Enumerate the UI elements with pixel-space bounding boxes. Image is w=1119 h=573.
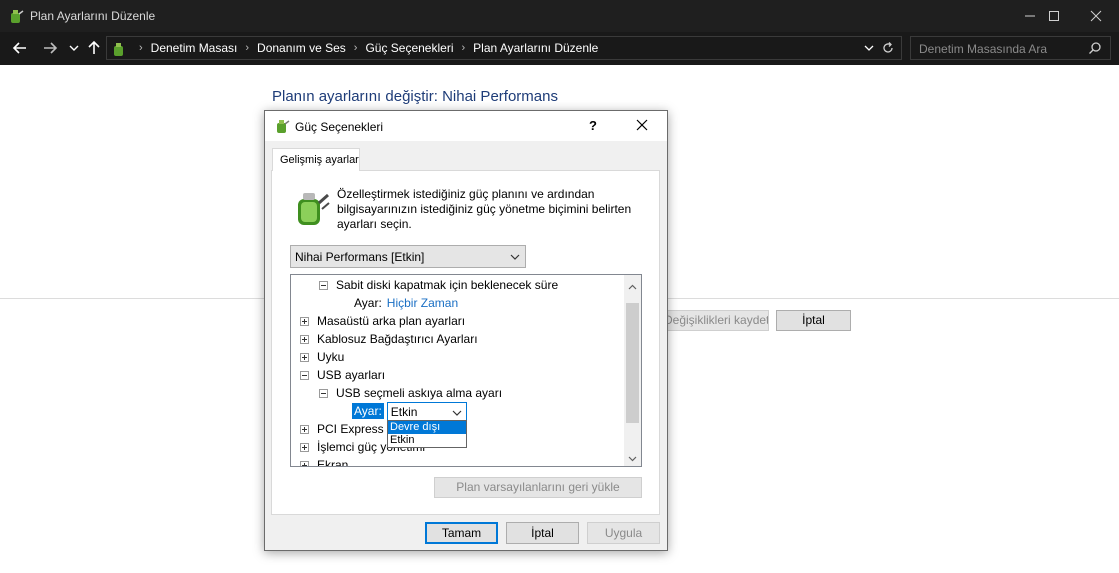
setting-label: Ayar: (354, 296, 382, 310)
tree-item-wireless[interactable]: Kablosuz Bağdaştırıcı Ayarları (300, 330, 478, 348)
page-title: Planın ayarlarını değiştir: Nihai Perfor… (272, 88, 558, 105)
instruction-text: Özelleştirmek istediğiniz güç planını ve… (337, 187, 632, 231)
breadcrumb-separator-icon: › (139, 42, 143, 54)
power-options-icon (8, 8, 24, 24)
collapse-icon[interactable] (319, 388, 328, 398)
setting-value-link[interactable]: Hiçbir Zaman (387, 296, 458, 310)
tree-item-pci[interactable]: PCI Express (300, 420, 384, 438)
scroll-down-arrow-icon[interactable] (628, 451, 637, 465)
plan-select-value: Nihai Performans [Etkin] (295, 250, 425, 264)
tree-item-desktop-bg[interactable]: Masaüstü arka plan ayarları (300, 312, 465, 330)
expand-icon[interactable] (300, 460, 309, 466)
tree-item-usb-setting[interactable]: Ayar: Etkin (352, 401, 467, 421)
dropdown-option[interactable]: Etkin (388, 434, 466, 447)
usb-setting-combobox[interactable]: Etkin (386, 401, 467, 421)
scrollbar-thumb[interactable] (626, 303, 639, 423)
breadcrumb-item[interactable]: Plan Ayarlarını Düzenle (473, 41, 598, 55)
cancel-button[interactable]: İptal (506, 522, 579, 544)
forward-button[interactable] (40, 38, 60, 58)
expand-icon[interactable] (300, 334, 309, 344)
tab-panel: Özelleştirmek istediğiniz güç planını ve… (271, 170, 660, 515)
tree-item-label: Ekran (317, 458, 349, 467)
apply-button[interactable]: Uygula (587, 522, 660, 544)
expand-icon[interactable] (300, 316, 309, 326)
tab-advanced-settings[interactable]: Gelişmiş ayarlar (272, 148, 360, 171)
control-panel-icon (111, 41, 127, 57)
power-options-dialog: Güç Seçenekleri ? Gelişmiş ayarlar Özell… (264, 110, 668, 551)
tree-item-usb-selective[interactable]: USB seçmeli askıya alma ayarı (319, 384, 502, 402)
search-icon[interactable] (1088, 41, 1102, 58)
usb-setting-dropdown-list[interactable]: Devre dışı Etkin (387, 420, 467, 448)
tree-item-label: PCI Express (317, 422, 384, 436)
chevron-down-icon[interactable] (452, 407, 462, 421)
plan-select[interactable]: Nihai Performans [Etkin] (290, 245, 526, 268)
tree-item-label: USB seçmeli askıya alma ayarı (336, 386, 503, 400)
save-changes-label: Değişiklikleri kaydet (664, 313, 769, 327)
expand-icon[interactable] (300, 352, 309, 362)
dialog-title-bar: Güç Seçenekleri ? (265, 111, 667, 141)
help-button[interactable]: ? (589, 118, 597, 133)
scroll-up-arrow-icon[interactable] (628, 279, 637, 293)
tree-item-label: Masaüstü arka plan ayarları (317, 314, 466, 328)
breadcrumb-item[interactable]: Donanım ve Ses (257, 41, 346, 55)
tree-item-display[interactable]: Ekran (300, 456, 349, 467)
tree-item-sleep[interactable]: Uyku (300, 348, 344, 366)
dropdown-option[interactable]: Devre dışı (388, 421, 466, 434)
power-options-icon (274, 118, 290, 134)
breadcrumb-item[interactable]: Denetim Masası (151, 41, 238, 55)
collapse-icon[interactable] (319, 280, 328, 290)
collapse-icon[interactable] (300, 370, 309, 380)
restore-defaults-button[interactable]: Plan varsayılanlarını geri yükle (434, 477, 642, 498)
recent-locations-chevron-icon[interactable] (64, 38, 84, 58)
ok-button[interactable]: Tamam (425, 522, 498, 544)
tree-item-usb[interactable]: USB ayarları (300, 366, 385, 384)
page-cancel-button[interactable]: İptal (776, 310, 851, 331)
search-input[interactable]: Denetim Masasında Ara (919, 42, 1047, 56)
address-dropdown-chevron-icon[interactable] (863, 41, 875, 58)
navigation-bar: › Denetim Masası › Donanım ve Ses › Güç … (0, 32, 1119, 65)
expand-icon[interactable] (300, 442, 309, 452)
breadcrumb-separator-icon[interactable]: › (245, 42, 249, 54)
tree-item-label: Sabit diski kapatmak için beklenecek sür… (336, 278, 559, 292)
close-window-button[interactable] (1073, 0, 1119, 32)
search-box[interactable]: Denetim Masasında Ara (910, 36, 1111, 60)
breadcrumb-item[interactable]: Güç Seçenekleri (365, 41, 453, 55)
save-changes-button[interactable]: Değişiklikleri kaydet (653, 310, 769, 331)
settings-tree[interactable]: Sabit diski kapatmak için beklenecek sür… (290, 274, 642, 467)
breadcrumb-separator-icon[interactable]: › (354, 42, 358, 54)
combobox-value: Etkin (390, 404, 418, 419)
tree-item-hdd-setting[interactable]: Ayar: Hiçbir Zaman (354, 294, 458, 312)
battery-plug-icon (292, 189, 332, 229)
tree-item-label: USB ayarları (317, 368, 386, 382)
refresh-icon[interactable] (881, 41, 895, 58)
breadcrumb-separator-icon[interactable]: › (461, 42, 465, 54)
chevron-down-icon (510, 251, 520, 265)
window-title: Plan Ayarlarını Düzenle (30, 9, 156, 23)
tree-item-label: Uyku (317, 350, 345, 364)
setting-label: Ayar: (352, 403, 384, 419)
tree-item-hdd[interactable]: Sabit diski kapatmak için beklenecek sür… (319, 276, 558, 294)
expand-icon[interactable] (300, 424, 309, 434)
title-bar: Plan Ayarlarını Düzenle (0, 0, 1119, 32)
back-button[interactable] (10, 38, 30, 58)
tree-item-label: Kablosuz Bağdaştırıcı Ayarları (317, 332, 478, 346)
close-icon[interactable] (636, 119, 648, 134)
vertical-scrollbar[interactable] (624, 275, 641, 466)
address-bar[interactable]: › Denetim Masası › Donanım ve Ses › Güç … (106, 36, 902, 60)
maximize-button[interactable] (1031, 0, 1077, 32)
breadcrumb: › Denetim Masası › Donanım ve Ses › Güç … (131, 41, 598, 55)
dialog-title: Güç Seçenekleri (295, 120, 384, 134)
up-button[interactable] (84, 38, 104, 58)
